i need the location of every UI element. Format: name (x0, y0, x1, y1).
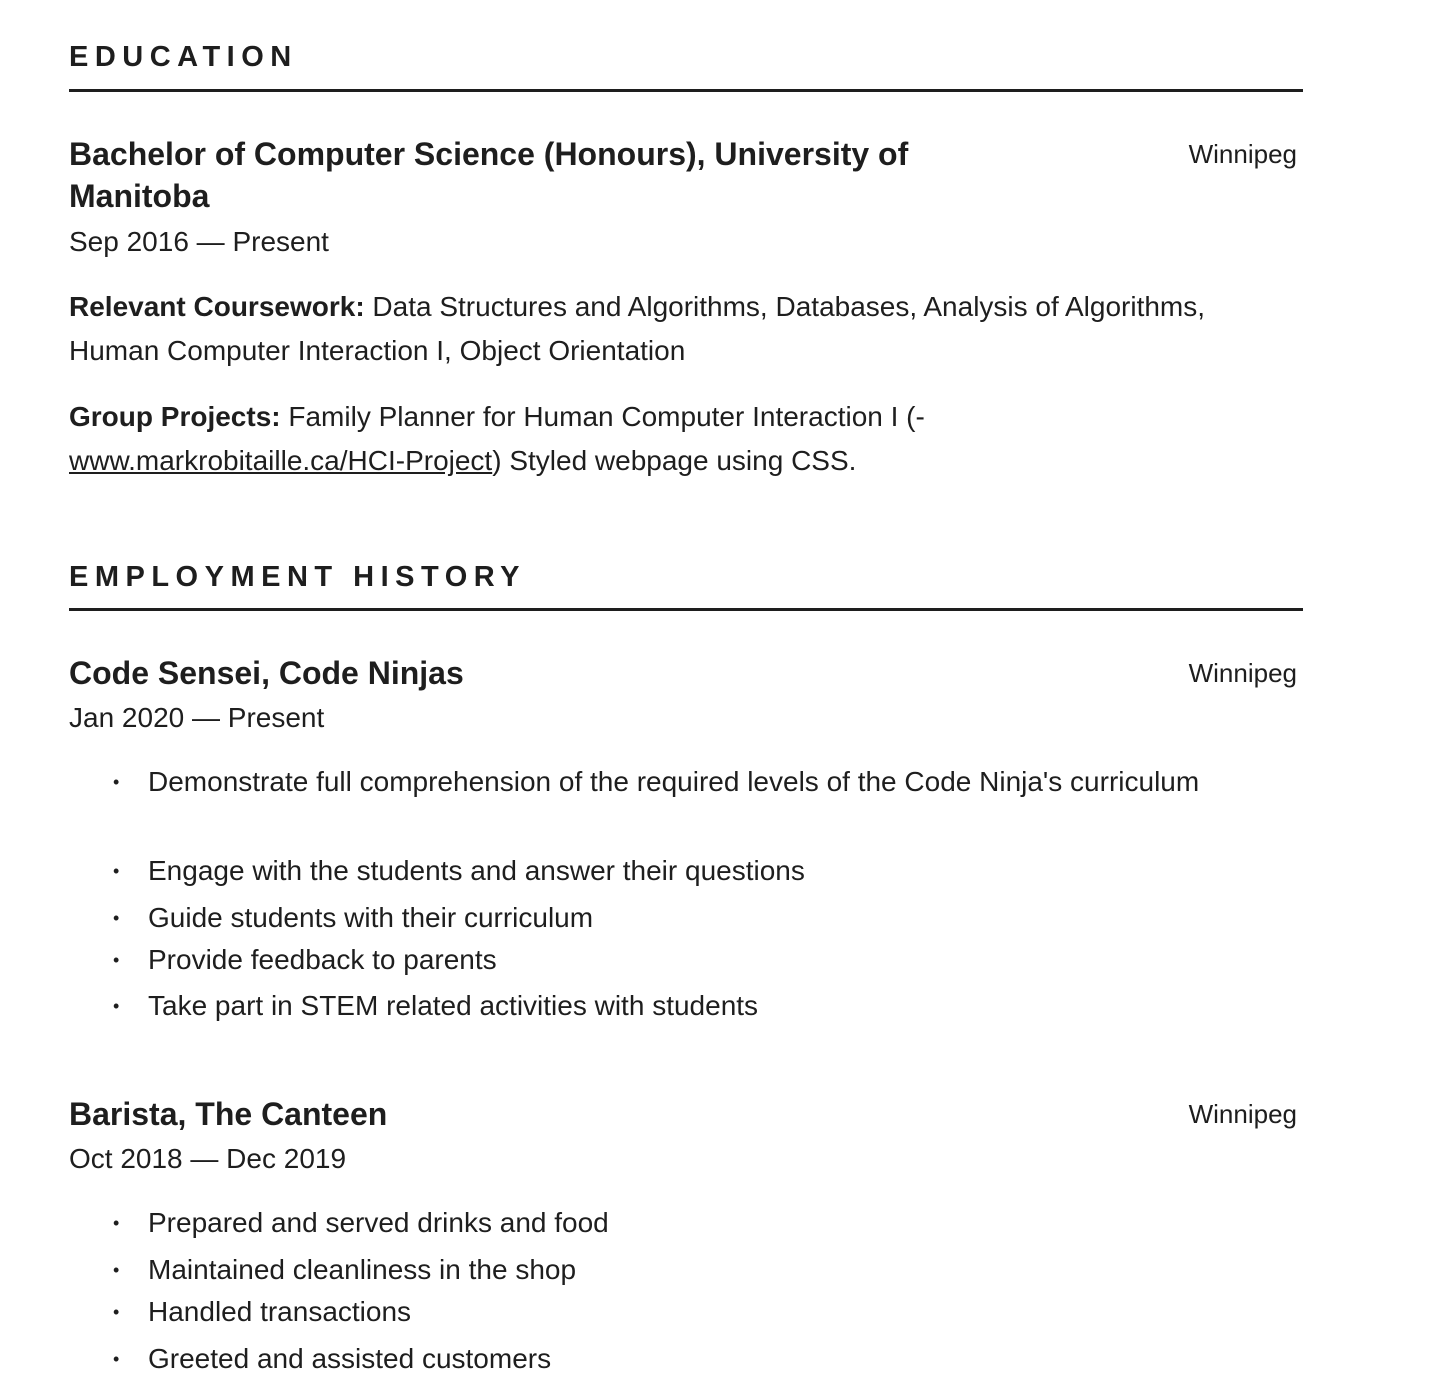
job-location: Winnipeg (1188, 658, 1297, 688)
job-location: Winnipeg (1188, 1099, 1297, 1129)
employment-heading: EMPLOYMENT HISTORY (69, 561, 526, 593)
degree-title: Bachelor of Computer Science (Honours), … (69, 136, 909, 214)
list-item: • Guide students with their curriculum (113, 896, 1263, 940)
bullet-icon: • (113, 1349, 120, 1369)
list-item: • Engage with the students and answer th… (113, 849, 1263, 893)
bullet-icon: • (113, 950, 120, 970)
list-item: • Handled transactions (113, 1290, 1263, 1334)
relevant-coursework: Relevant Coursework: Data Structures and… (69, 285, 1259, 373)
bullet-icon: • (113, 1302, 120, 1322)
group-projects: Group Projects: Family Planner for Human… (69, 395, 1259, 483)
bullet-icon: • (113, 772, 120, 792)
list-item: • Take part in STEM related activities w… (113, 984, 1263, 1028)
projects-text-before: Family Planner for Human Computer Intera… (280, 401, 925, 432)
list-item: • Greeted and assisted customers (113, 1337, 1263, 1381)
bullet-icon: • (113, 861, 120, 881)
projects-text-after: ) Styled webpage using CSS. (492, 445, 857, 476)
list-item: • Provide feedback to parents (113, 938, 1263, 982)
bullet-icon: • (113, 1260, 120, 1280)
bullet-icon: • (113, 1213, 120, 1233)
bullet-icon: • (113, 908, 120, 928)
education-divider (69, 89, 1303, 92)
bullet-icon: • (113, 996, 120, 1016)
list-item: • Prepared and served drinks and food (113, 1201, 1263, 1245)
projects-label: Group Projects: (69, 401, 281, 432)
list-item: • Maintained cleanliness in the shop (113, 1248, 1263, 1292)
employment-divider (69, 608, 1303, 611)
education-dates: Sep 2016 — Present (69, 226, 329, 257)
education-location: Winnipeg (1188, 139, 1297, 169)
education-heading: EDUCATION (69, 41, 298, 73)
list-item: • Demonstrate full comprehension of the … (113, 760, 1263, 804)
job-dates: Jan 2020 — Present (69, 702, 325, 733)
job-title: Barista, The Canteen (69, 1096, 388, 1132)
coursework-label: Relevant Coursework: (69, 291, 365, 322)
job-title: Code Sensei, Code Ninjas (69, 655, 464, 691)
job-dates: Oct 2018 — Dec 2019 (69, 1143, 347, 1174)
project-link[interactable]: www.markrobitaille.ca/HCI-Project (69, 445, 492, 476)
